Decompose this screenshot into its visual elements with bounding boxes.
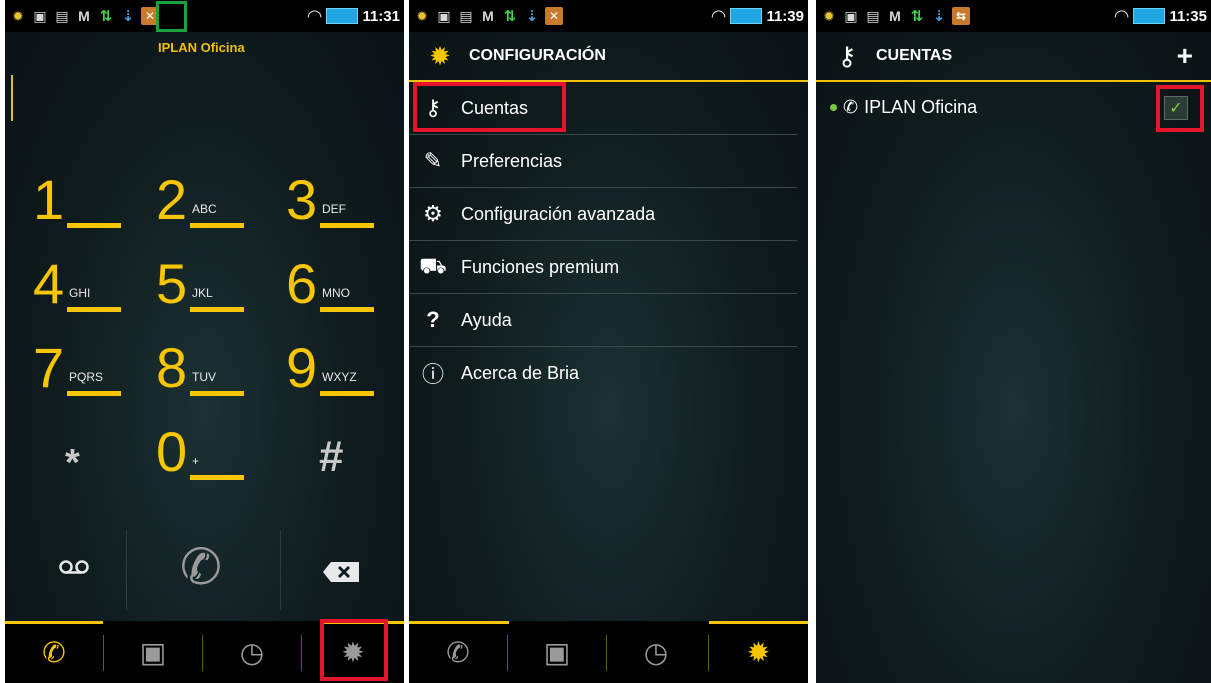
menu-item-configuracion-avanzada[interactable]: ⚙ Configuración avanzada [409,188,797,241]
download-icon: ⇣ [121,8,135,25]
tab-contacts[interactable]: ▣ [104,621,202,683]
settings-gear-icon: ✹ [429,40,451,71]
help-icon: ? [426,307,440,332]
bottom-tab-bar: ✆ ▣ ◷ ✹ [409,621,808,683]
dial-key-4[interactable]: 4 GHI [33,250,153,320]
phone-icon: ✆ [446,636,470,668]
menu-item-acerca-de-bria[interactable]: ⓘ Acerca de Bria [409,347,797,399]
call-history-icon: ◷ [643,636,669,668]
menu-item-preferencias[interactable]: ✎ Preferencias [409,135,797,188]
phone-icon: ✆ [42,636,66,668]
sip-account-icon: ✆ [843,96,859,117]
account-name: IPLAN Oficina [864,96,978,117]
dial-key-hash[interactable]: # [319,432,343,482]
status-bar: ✹ ▣ ▤ M ⇅ ⇣ ✕ ◠ 11:39 [409,0,808,32]
dial-key-9[interactable]: 9 WXYZ [286,334,404,404]
calendar-icon: ▣ [437,7,451,24]
calendar-icon: ▣ [33,7,47,24]
gears-icon: ⚙ [423,201,443,226]
registered-status-dot [830,103,837,111]
wifi-icon: ◠ [306,5,323,26]
bria-error-icon: ✕ [545,7,563,25]
clipboard-icon: ▤ [55,7,69,24]
status-bar: ✹ ▣ ▤ M ⇅ ⇣ ✕ ◠ 11:31 [5,0,404,32]
tab-history[interactable]: ◷ [203,621,301,683]
page-title: CUENTAS [876,47,953,64]
menu-item-funciones-premium[interactable]: ⛟ Funciones premium [409,241,797,294]
action-divider [280,530,281,610]
clock: 11:35 [1169,7,1207,25]
settings-notification-icon: ✹ [12,7,24,24]
highlight-settings-tab [320,619,388,681]
settings-screen: ✹ ▣ ▤ M ⇅ ⇣ ✕ ◠ 11:39 ✹ CONFIGURACIÓN ⚷ … [409,0,808,683]
dial-key-1[interactable]: 1 [33,166,153,236]
dial-key-2[interactable]: 2 ABC [156,166,276,236]
settings-notification-icon: ✹ [416,7,428,24]
clock: 11:31 [362,7,400,25]
download-icon: ⇣ [525,8,539,25]
calendar-icon: ▣ [844,7,858,24]
battery-icon [730,8,763,24]
wifi-icon: ◠ [1113,5,1130,26]
settings-header: ✹ CONFIGURACIÓN [409,32,808,82]
dial-key-0[interactable]: 0 + [156,418,276,488]
info-icon: ⓘ [421,362,444,387]
download-icon: ⇣ [932,8,946,25]
tab-dialer[interactable]: ✆ [409,621,507,683]
battery-icon [1133,8,1166,24]
clipboard-icon: ▤ [459,7,473,24]
cart-icon: ⛟ [419,252,447,278]
clock: 11:39 [766,7,804,25]
dial-key-5[interactable]: 5 JKL [156,250,276,320]
accounts-screen: ✹ ▣ ▤ M ⇅ ⇣ ⇆ ◠ 11:35 ⚷ CUENTAS + ✆ IPLA… [816,0,1211,683]
status-bar: ✹ ▣ ▤ M ⇅ ⇣ ⇆ ◠ 11:35 [816,0,1211,32]
data-transfer-icon: ⇅ [503,8,517,25]
action-divider [126,530,127,610]
page-title: CONFIGURACIÓN [469,47,606,64]
voicemail-icon[interactable] [58,559,90,575]
gmail-icon: M [78,8,90,24]
number-entry-cursor[interactable] [11,75,13,121]
dial-key-8[interactable]: 8 TUV [156,334,276,404]
accounts-header: ⚷ CUENTAS + [816,32,1211,82]
dial-key-3[interactable]: 3 DEF [286,166,404,236]
dial-key-star[interactable]: * [65,442,80,485]
wrench-icon: ✎ [423,148,443,173]
data-transfer-icon: ⇅ [99,8,113,25]
bria-sync-icon: ⇆ [952,7,970,25]
backspace-icon[interactable] [323,562,359,582]
highlight-cuentas [413,82,566,132]
menu-item-ayuda[interactable]: ? Ayuda [409,294,797,347]
tab-settings[interactable]: ✹ [709,621,808,683]
gmail-icon: M [482,8,494,24]
active-account-label: IPLAN Oficina [158,40,245,55]
tab-dialer[interactable]: ✆ [5,621,103,683]
dial-key-7[interactable]: 7 PQRS [33,334,153,404]
call-button-icon[interactable]: ✆ [180,538,222,596]
call-history-icon: ◷ [239,636,265,668]
dial-key-6[interactable]: 6 MNO [286,250,404,320]
tab-history[interactable]: ◷ [607,621,705,683]
dialer-screen: ✹ ▣ ▤ M ⇅ ⇣ ✕ ◠ 11:31 IPLAN Oficina 1 2 … [5,0,404,683]
wifi-icon: ◠ [710,5,727,26]
highlight-status-icon [156,1,187,32]
clipboard-icon: ▤ [866,7,880,24]
key-icon: ⚷ [837,40,857,71]
settings-notification-icon: ✹ [823,7,835,24]
contacts-icon: ▣ [543,636,571,668]
battery-icon [326,8,359,24]
data-transfer-icon: ⇅ [910,8,924,25]
highlight-account-checkbox [1156,85,1204,132]
settings-gear-icon: ✹ [746,636,771,668]
add-account-button[interactable]: + [1177,40,1193,72]
contacts-icon: ▣ [139,636,167,668]
account-item[interactable]: ✆ IPLAN Oficina ✓ [816,84,1211,130]
gmail-icon: M [889,8,901,24]
tab-contacts[interactable]: ▣ [508,621,606,683]
